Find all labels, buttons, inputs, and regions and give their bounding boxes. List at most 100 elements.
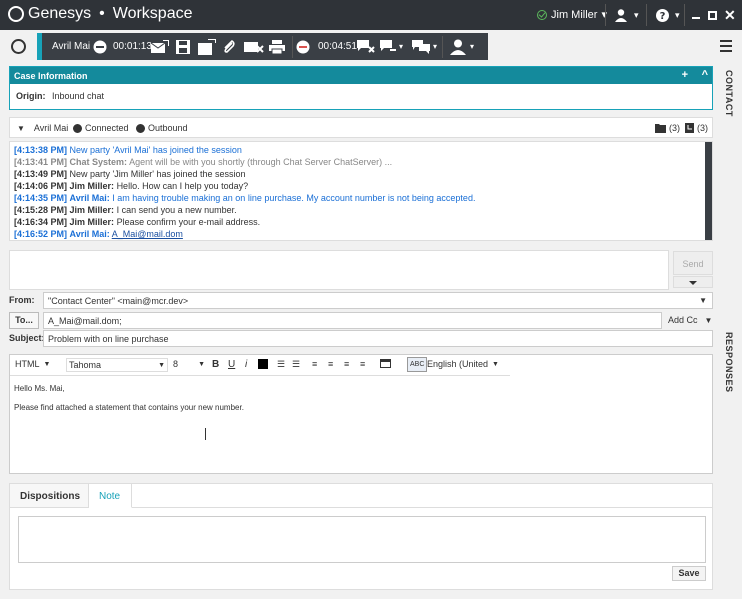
- chat-conference-icon: [412, 39, 430, 54]
- save-button[interactable]: [176, 38, 190, 55]
- folder-icon: [655, 124, 666, 133]
- insert-table-button[interactable]: [380, 359, 391, 368]
- chat-conference-button[interactable]: ▾: [412, 38, 437, 55]
- font-color-button[interactable]: [258, 359, 268, 369]
- bullet-list-button[interactable]: ☰: [292, 359, 300, 370]
- send-email-icon: [151, 39, 169, 53]
- brand-name: Genesys: [28, 5, 92, 22]
- interaction-accent: [37, 33, 42, 60]
- to-field[interactable]: A_Mai@mail.dom;: [43, 312, 662, 329]
- note-textarea[interactable]: [18, 516, 706, 563]
- transcript-line: [4:13:38 PM] New party 'Avril Mai' has j…: [14, 144, 708, 156]
- justify-button[interactable]: ≡: [360, 359, 365, 369]
- chat-transcript[interactable]: [4:13:38 PM] New party 'Avril Mai' has j…: [9, 141, 713, 241]
- end-chat-button[interactable]: [93, 38, 107, 55]
- case-body: Origin: Inbound chat: [10, 84, 712, 108]
- subject-label: Subject:: [9, 333, 45, 343]
- agent-status-button[interactable]: ▾: [614, 6, 639, 24]
- case-header: Case Information + ^: [10, 67, 712, 84]
- responses-side-tab[interactable]: RESPONSES: [718, 332, 734, 393]
- format-select[interactable]: HTML ▼: [15, 359, 50, 369]
- chevron-down-icon: ▼: [158, 361, 165, 369]
- party-actions-button[interactable]: ▾: [450, 38, 474, 55]
- contact-side-tab[interactable]: CONTACT: [718, 70, 734, 117]
- party-dropdown[interactable]: ▼ Avril Mai: [17, 123, 68, 133]
- align-center-button[interactable]: ≡: [328, 359, 333, 369]
- end-call-chat-button[interactable]: [357, 38, 375, 55]
- message-text: Hello. How can I help you today?: [116, 181, 249, 191]
- add-cc-button[interactable]: Add Cc ▼: [668, 315, 712, 325]
- language-select[interactable]: English (United ▼: [427, 359, 499, 369]
- collapse-button[interactable]: ^: [702, 69, 708, 81]
- email-link[interactable]: A_Mai@mail.dom: [112, 229, 183, 239]
- color-swatch-icon: [258, 359, 268, 369]
- bold-button[interactable]: B: [212, 359, 219, 370]
- underline-button[interactable]: U: [228, 359, 235, 370]
- count-a: (3): [669, 123, 680, 133]
- help-button[interactable]: ? ▾: [656, 6, 680, 24]
- divider: [442, 36, 443, 58]
- contact-name-button[interactable]: Avril Mai: [52, 38, 90, 55]
- chat-transfer-button[interactable]: ▾: [380, 38, 403, 55]
- chat-transfer-icon: [380, 39, 396, 51]
- body-line: Hello Ms. Mai,: [14, 384, 65, 393]
- outbound-label: Outbound: [148, 123, 188, 133]
- message-time: [4:13:49 PM]: [14, 169, 68, 179]
- discard-email-icon: [244, 41, 264, 53]
- svg-text:?: ?: [660, 11, 666, 22]
- add-case-data-button[interactable]: +: [682, 69, 688, 81]
- attach-button[interactable]: [222, 38, 236, 55]
- save-note-button[interactable]: Save: [672, 566, 706, 581]
- divider: [605, 4, 606, 26]
- maximize-button[interactable]: [708, 6, 717, 24]
- subject-field[interactable]: Problem with on line purchase: [43, 330, 713, 347]
- message-time: [4:14:06 PM]: [14, 181, 68, 191]
- count-b: (3): [697, 123, 708, 133]
- main-menu-button[interactable]: [720, 40, 732, 55]
- subject-row: Subject: Problem with on line purchase: [9, 330, 713, 347]
- italic-button[interactable]: i: [245, 359, 247, 370]
- hamburger-line: [720, 45, 732, 47]
- align-left-icon: ≡: [312, 359, 318, 369]
- close-button[interactable]: ✕: [724, 6, 736, 24]
- voice-call-status[interactable]: [296, 38, 312, 55]
- interaction-history-count[interactable]: (3): [685, 123, 708, 133]
- email-editor: HTML ▼ Tahoma ▼ 8 ▼ B U i ☰ ☰ ≡ ≡ ≡ ≡ ABC E…: [9, 354, 713, 474]
- case-history-count[interactable]: (3): [655, 123, 680, 133]
- numbered-list-button[interactable]: ☰: [277, 359, 285, 370]
- minimize-button[interactable]: [692, 6, 700, 24]
- align-left-button[interactable]: ≡: [312, 359, 317, 369]
- size-select[interactable]: 8 ▼: [173, 359, 207, 369]
- from-select[interactable]: "Contact Center" <main@mcr.dev> ▼: [43, 292, 713, 309]
- to-button[interactable]: To...: [9, 312, 39, 329]
- align-right-button[interactable]: ≡: [344, 359, 349, 369]
- tab-note[interactable]: Note: [89, 484, 132, 508]
- transcript-scrollbar[interactable]: [705, 142, 712, 240]
- transcript-line: [4:14:35 PM] Avril Mai: I am having trou…: [14, 192, 708, 204]
- chat-compose-input[interactable]: [9, 250, 669, 290]
- send-button[interactable]: Send: [673, 251, 713, 275]
- chevron-down-icon: ▾: [634, 9, 639, 20]
- message-speaker: Avril Mai:: [69, 229, 110, 239]
- tab-dispositions[interactable]: Dispositions: [10, 484, 89, 508]
- top-bar: Genesys • Workspace Jim Miller ▾ ▾ ? ▾ ✕: [0, 0, 742, 30]
- numbered-list-icon: ☰: [277, 359, 286, 369]
- chevron-down-icon: ▼: [198, 360, 205, 368]
- message-time: [4:13:41 PM]: [14, 157, 68, 167]
- send-email-button[interactable]: [151, 38, 169, 55]
- discard-button[interactable]: [244, 38, 264, 55]
- font-select[interactable]: Tahoma ▼: [66, 358, 168, 372]
- user-status-menu[interactable]: Jim Miller ▾: [537, 8, 607, 21]
- send-options-button[interactable]: [673, 276, 713, 288]
- transfer-email-button[interactable]: [198, 38, 216, 55]
- message-time: [4:16:52 PM]: [14, 229, 68, 239]
- spellcheck-button[interactable]: ABC: [407, 357, 428, 372]
- workspace-globe-icon[interactable]: [11, 39, 26, 54]
- message-speaker: Avril Mai:: [69, 193, 110, 203]
- email-body[interactable]: Hello Ms. Mai, Please find attached a st…: [14, 379, 244, 417]
- inbox-transfer-icon: [198, 38, 216, 55]
- to-value: A_Mai@mail.dom;: [48, 316, 122, 326]
- print-button[interactable]: [269, 38, 285, 55]
- app-brand: Genesys • Workspace: [8, 5, 192, 23]
- app-title: Workspace: [112, 5, 193, 22]
